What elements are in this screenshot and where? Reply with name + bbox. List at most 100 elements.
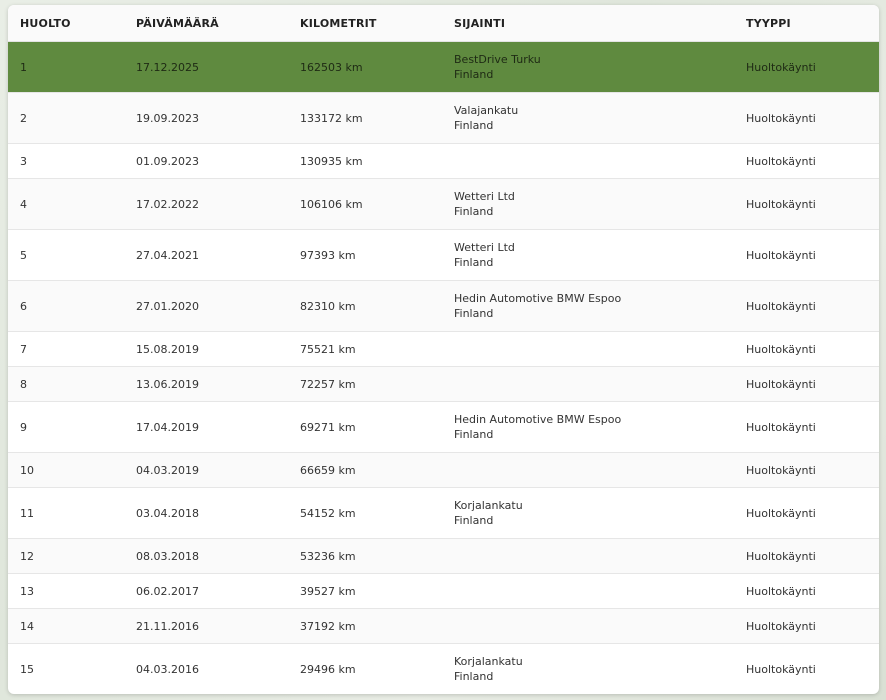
cell-type: Huoltokäynti (734, 92, 879, 144)
cell-type: Huoltokäynti (734, 538, 879, 574)
cell-kilometers: 97393 km (288, 229, 442, 281)
cell-service-number: 4 (8, 178, 124, 230)
cell-date: 17.02.2022 (124, 178, 288, 230)
cell-service-number: 11 (8, 487, 124, 539)
cell-location (442, 366, 734, 402)
cell-location: Wetteri Ltd Finland (442, 229, 734, 281)
cell-service-number: 10 (8, 452, 124, 488)
cell-location: BestDrive Turku Finland (442, 41, 734, 93)
table-row[interactable]: 5 27.04.2021 97393 km Wetteri Ltd Finland Huo… (8, 229, 879, 281)
table-row[interactable]: 10 04.03.2019 66659 km Huoltokäynti (8, 452, 879, 488)
cell-service-number: 13 (8, 573, 124, 609)
header-huolto: HUOLTO (8, 5, 124, 42)
header-kilometrit: KILOMETRIT (288, 5, 442, 42)
cell-location (442, 538, 734, 574)
cell-location (442, 573, 734, 609)
location-country: Finland (454, 670, 494, 683)
cell-type: Huoltokäynti (734, 41, 879, 93)
cell-type: Huoltokäynti (734, 401, 879, 453)
cell-location: Korjalankatu Finland (442, 643, 734, 694)
cell-kilometers: 54152 km (288, 487, 442, 539)
cell-service-number: 7 (8, 331, 124, 367)
cell-date: 06.02.2017 (124, 573, 288, 609)
service-history-table: HUOLTO PÄIVÄMÄÄRÄ KILOMETRIT SIJAINTI TY… (8, 5, 879, 694)
cell-service-number: 12 (8, 538, 124, 574)
location-name: Wetteri Ltd (454, 190, 515, 203)
header-tyyppi: TYYPPI (734, 5, 879, 42)
table-row[interactable]: 8 13.06.2019 72257 km Huoltokäynti (8, 366, 879, 402)
cell-kilometers: 106106 km (288, 178, 442, 230)
table-body: 1 17.12.2025 162503 km BestDrive Turku Finla… (8, 41, 879, 694)
cell-location: Wetteri Ltd Finland (442, 178, 734, 230)
location-name: Korjalankatu (454, 655, 523, 668)
cell-kilometers: 29496 km (288, 643, 442, 694)
location-country: Finland (454, 68, 494, 81)
cell-date: 04.03.2016 (124, 643, 288, 694)
cell-kilometers: 69271 km (288, 401, 442, 453)
cell-service-number: 1 (8, 41, 124, 93)
cell-date: 27.01.2020 (124, 280, 288, 332)
cell-service-number: 3 (8, 143, 124, 179)
location-name: Valajankatu (454, 104, 519, 117)
header-paivamaara: PÄIVÄMÄÄRÄ (124, 5, 288, 42)
cell-date: 17.04.2019 (124, 401, 288, 453)
table-row[interactable]: 3 01.09.2023 130935 km Huoltokäynti (8, 143, 879, 179)
location-name: Hedin Automotive BMW Espoo (454, 413, 622, 426)
cell-date: 08.03.2018 (124, 538, 288, 574)
cell-kilometers: 82310 km (288, 280, 442, 332)
table-row[interactable]: 2 19.09.2023 133172 km Valajankatu Finland Hu… (8, 92, 879, 144)
location-country: Finland (454, 307, 494, 320)
cell-type: Huoltokäynti (734, 573, 879, 609)
location-name: Korjalankatu (454, 499, 523, 512)
cell-location (442, 608, 734, 644)
cell-date: 17.12.2025 (124, 41, 288, 93)
cell-location: Korjalankatu Finland (442, 487, 734, 539)
cell-type: Huoltokäynti (734, 178, 879, 230)
header-sijainti: SIJAINTI (442, 5, 734, 42)
table-row[interactable]: 14 21.11.2016 37192 km Huoltokäynti (8, 608, 879, 644)
cell-service-number: 5 (8, 229, 124, 281)
cell-location (442, 331, 734, 367)
cell-location: Hedin Automotive BMW Espoo Finland (442, 401, 734, 453)
cell-service-number: 15 (8, 643, 124, 694)
service-history-card: HUOLTO PÄIVÄMÄÄRÄ KILOMETRIT SIJAINTI TY… (8, 5, 879, 694)
table-row[interactable]: 1 17.12.2025 162503 km BestDrive Turku Finla… (8, 41, 879, 93)
cell-location: Valajankatu Finland (442, 92, 734, 144)
cell-date: 19.09.2023 (124, 92, 288, 144)
cell-location (442, 452, 734, 488)
location-country: Finland (454, 514, 494, 527)
cell-date: 04.03.2019 (124, 452, 288, 488)
table-row[interactable]: 7 15.08.2019 75521 km Huoltokäynti (8, 331, 879, 367)
table-row[interactable]: 9 17.04.2019 69271 km Hedin Automotive BMW … (8, 401, 879, 453)
cell-date: 03.04.2018 (124, 487, 288, 539)
cell-type: Huoltokäynti (734, 643, 879, 694)
location-name: Hedin Automotive BMW Espoo (454, 292, 622, 305)
cell-type: Huoltokäynti (734, 366, 879, 402)
table-row[interactable]: 15 04.03.2016 29496 km Korjalankatu Finland H… (8, 643, 879, 694)
cell-kilometers: 130935 km (288, 143, 442, 179)
table-row[interactable]: 11 03.04.2018 54152 km Korjalankatu Finland H… (8, 487, 879, 539)
cell-date: 27.04.2021 (124, 229, 288, 281)
cell-date: 15.08.2019 (124, 331, 288, 367)
cell-service-number: 8 (8, 366, 124, 402)
location-country: Finland (454, 205, 494, 218)
cell-service-number: 2 (8, 92, 124, 144)
cell-type: Huoltokäynti (734, 229, 879, 281)
cell-type: Huoltokäynti (734, 608, 879, 644)
table-row[interactable]: 12 08.03.2018 53236 km Huoltokäynti (8, 538, 879, 574)
table-header: HUOLTO PÄIVÄMÄÄRÄ KILOMETRIT SIJAINTI TY… (8, 5, 879, 42)
cell-location: Hedin Automotive BMW Espoo Finland (442, 280, 734, 332)
cell-kilometers: 75521 km (288, 331, 442, 367)
table-row[interactable]: 6 27.01.2020 82310 km Hedin Automotive BMW … (8, 280, 879, 332)
location-country: Finland (454, 119, 494, 132)
cell-service-number: 6 (8, 280, 124, 332)
location-name: Wetteri Ltd (454, 241, 515, 254)
location-country: Finland (454, 256, 494, 269)
cell-kilometers: 162503 km (288, 41, 442, 93)
table-row[interactable]: 4 17.02.2022 106106 km Wetteri Ltd Finland Hu… (8, 178, 879, 230)
table-row[interactable]: 13 06.02.2017 39527 km Huoltokäynti (8, 573, 879, 609)
cell-service-number: 14 (8, 608, 124, 644)
cell-type: Huoltokäynti (734, 487, 879, 539)
location-country: Finland (454, 428, 494, 441)
cell-date: 01.09.2023 (124, 143, 288, 179)
